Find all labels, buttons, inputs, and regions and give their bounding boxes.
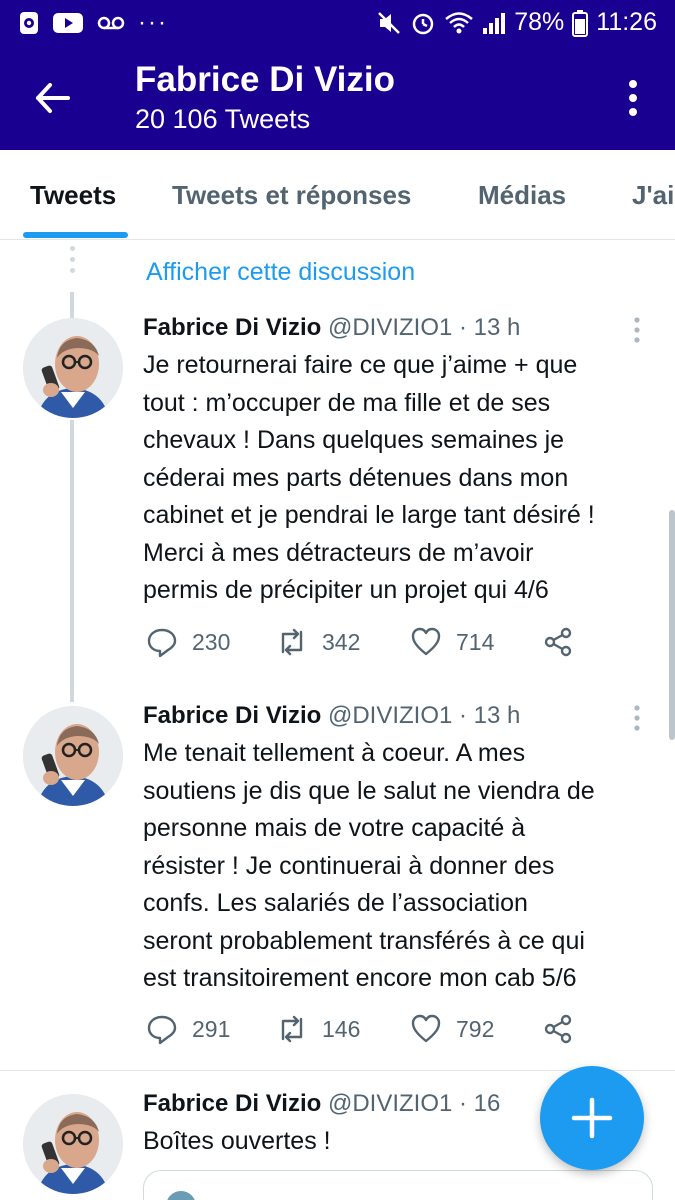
tweet-actions: 291 146 792 <box>146 1013 586 1053</box>
thread-line <box>70 420 74 702</box>
profile-name: Fabrice Di Vizio <box>135 60 395 99</box>
retweet-icon <box>281 628 303 656</box>
quoted-tweet-card[interactable] <box>143 1170 653 1200</box>
show-thread-link[interactable]: Afficher cette discussion <box>146 258 415 287</box>
profile-header: Fabrice Di Vizio 20 106 Tweets <box>0 46 675 150</box>
compose-tweet-button[interactable] <box>540 1066 644 1170</box>
heart-icon <box>411 1014 441 1043</box>
tweet-count: 20 106 Tweets <box>135 104 311 134</box>
active-tab-indicator <box>23 232 128 238</box>
tab-media[interactable]: Médias <box>478 180 566 211</box>
tweet-text: Je retournerai faire ce que j’aime + que… <box>143 351 595 604</box>
voicemail-icon <box>97 16 125 30</box>
profile-photo <box>23 318 123 418</box>
reply-button[interactable]: 230 <box>146 626 230 658</box>
plus-icon <box>571 1097 613 1139</box>
like-count: 714 <box>456 628 495 655</box>
share-button[interactable] <box>542 1013 574 1045</box>
more-vertical-icon <box>629 80 637 116</box>
status-right: 78% 11:26 <box>376 8 657 37</box>
reply-button[interactable]: 291 <box>146 1013 230 1045</box>
sync-icon <box>20 12 38 34</box>
reply-count: 230 <box>192 628 231 655</box>
profile-tabs: Tweets Tweets et réponses Médias J'ai <box>0 150 675 240</box>
mute-icon <box>378 11 401 34</box>
profile-photo <box>23 1094 123 1194</box>
tweet-text: Me tenait tellement à coeur. A mes souti… <box>143 739 595 992</box>
heart-icon <box>411 627 441 656</box>
avatar[interactable] <box>23 318 123 418</box>
share-icon <box>544 627 572 657</box>
retweet-button[interactable]: 342 <box>276 626 360 658</box>
status-more-dots: ··· <box>138 9 168 36</box>
tweet-handle-time: @DIVIZIO1 · 13 h <box>321 314 521 341</box>
tweet-handle-time: @DIVIZIO1 · 13 h <box>321 702 521 729</box>
like-button[interactable]: 792 <box>410 1013 494 1045</box>
tweet-menu-button[interactable] <box>632 316 642 344</box>
tweet-header: Fabrice Di Vizio @DIVIZIO1 · 16 <box>143 1090 500 1118</box>
retweet-button[interactable]: 146 <box>276 1013 360 1045</box>
tweet-handle-time: @DIVIZIO1 · 16 <box>321 1090 501 1117</box>
tweet-header: Fabrice Di Vizio @DIVIZIO1 · 13 h <box>143 702 520 730</box>
retweet-count: 146 <box>322 1015 361 1042</box>
avatar[interactable] <box>23 706 123 806</box>
share-button[interactable] <box>542 626 574 658</box>
quoted-avatar <box>166 1191 196 1200</box>
battery-icon <box>572 9 589 37</box>
retweet-count: 342 <box>322 628 361 655</box>
status-left-icons: ··· <box>18 10 168 36</box>
reply-icon <box>147 1015 177 1045</box>
tweet-actions: 230 342 714 <box>146 626 586 666</box>
signal-icon <box>483 12 506 34</box>
youtube-icon <box>53 13 83 33</box>
retweet-icon <box>281 1015 303 1043</box>
battery-percent: 78% <box>514 8 565 36</box>
tweet-author-name[interactable]: Fabrice Di Vizio <box>143 314 321 341</box>
alarm-icon <box>412 13 434 34</box>
status-bar: ··· 78% 11:26 <box>0 0 675 46</box>
tweet-author-name[interactable]: Fabrice Di Vizio <box>143 702 321 729</box>
more-vertical-icon <box>634 317 640 343</box>
like-button[interactable]: 714 <box>410 626 494 658</box>
wifi-icon <box>445 11 474 33</box>
arrow-left-icon <box>36 83 70 113</box>
share-icon <box>544 1014 572 1044</box>
tab-tweets[interactable]: Tweets <box>30 180 116 211</box>
overflow-menu-button[interactable] <box>621 78 645 118</box>
reply-icon <box>147 628 177 658</box>
tab-likes[interactable]: J'ai <box>632 180 674 211</box>
tweet-header: Fabrice Di Vizio @DIVIZIO1 · 13 h <box>143 314 520 342</box>
profile-photo <box>23 706 123 806</box>
more-vertical-icon <box>634 705 640 731</box>
tab-tweets-and-replies[interactable]: Tweets et réponses <box>172 180 411 211</box>
scrollbar-thumb[interactable] <box>669 510 675 740</box>
reply-count: 291 <box>192 1015 231 1042</box>
thread-dots <box>70 246 75 286</box>
clock: 11:26 <box>596 8 657 36</box>
back-button[interactable] <box>30 74 78 122</box>
tweet-author-name[interactable]: Fabrice Di Vizio <box>143 1090 321 1117</box>
avatar[interactable] <box>23 1094 123 1194</box>
tweet-menu-button[interactable] <box>632 704 642 732</box>
like-count: 792 <box>456 1015 495 1042</box>
